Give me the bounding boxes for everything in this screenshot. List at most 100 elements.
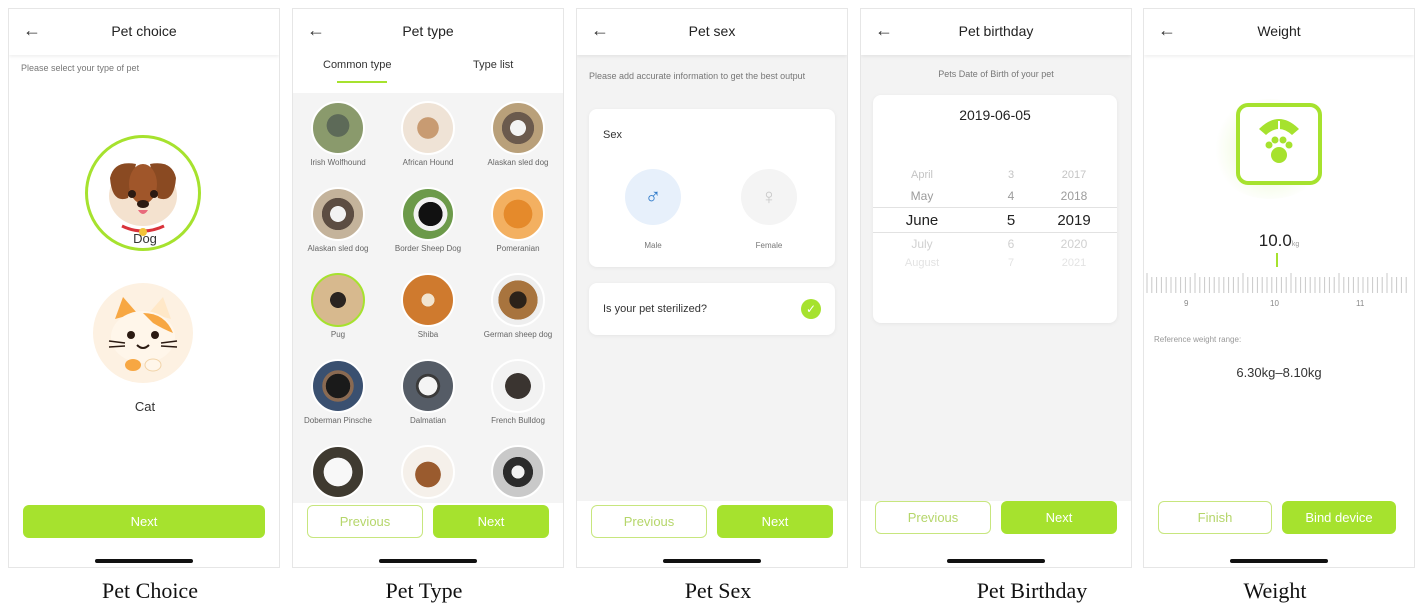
wheel-day: 3 xyxy=(1007,169,1015,181)
cat-option[interactable] xyxy=(93,283,193,383)
next-button[interactable]: Next xyxy=(433,505,549,538)
home-indicator xyxy=(663,559,761,563)
wheel-year: 2017 xyxy=(1061,169,1087,181)
home-indicator xyxy=(95,559,193,563)
breed-name: Doberman Pinsche xyxy=(303,416,373,425)
male-button[interactable]: ♂ xyxy=(625,169,681,225)
weight-screen: ← Weight 10.0kg 9 10 11 Reference weight… xyxy=(1143,8,1415,568)
caption-pet-choice: Pet Choice xyxy=(102,578,198,603)
ruler-label: 9 xyxy=(1184,299,1189,308)
active-tab-indicator xyxy=(337,81,387,83)
pet-sex-screen: ← Pet sex Please add accurate informatio… xyxy=(576,8,848,568)
reference-label: Reference weight range: xyxy=(1154,335,1242,344)
breed-item[interactable]: Alaskan sled dog xyxy=(293,187,383,253)
breed-name: Alaskan sled dog xyxy=(307,244,369,253)
wheel-day: 6 xyxy=(1007,237,1015,251)
header: ← Pet choice xyxy=(9,9,279,55)
reference-range: 6.30kg–8.10kg xyxy=(1236,365,1322,380)
sterilized-question: Is your pet sterilized? xyxy=(603,303,707,315)
breed-item[interactable]: Shiba xyxy=(383,273,473,339)
date-picker-card: 2019-06-05 April 3 2017 May 4 2018 June … xyxy=(873,95,1117,323)
breed-photo xyxy=(491,445,545,499)
wheel-month: August xyxy=(904,257,940,269)
weight-ruler[interactable] xyxy=(1144,271,1414,295)
breed-photo xyxy=(401,445,455,499)
breed-item[interactable] xyxy=(383,445,473,502)
check-icon[interactable]: ✓ xyxy=(801,299,821,319)
wheel-day: 5 xyxy=(1006,212,1016,229)
breed-item[interactable]: Irish Wolfhound xyxy=(293,101,383,167)
header: ← Pet type xyxy=(293,9,563,55)
page-title: Pet sex xyxy=(688,23,736,39)
breed-item[interactable]: Dalmatian xyxy=(383,359,473,425)
finish-button[interactable]: Finish xyxy=(1158,501,1272,534)
breed-item[interactable]: Doberman Pinsche xyxy=(293,359,383,425)
caption-pet-sex: Pet Sex xyxy=(684,578,752,603)
dog-label: Dog xyxy=(133,231,157,246)
breed-photo xyxy=(311,187,365,241)
wheel-month: April xyxy=(910,169,933,181)
page-title: Pet choice xyxy=(111,23,177,39)
breed-name: Dalmatian xyxy=(409,416,446,425)
male-symbol-icon: ♂ xyxy=(644,184,662,209)
sterilized-card[interactable]: Is your pet sterilized? ✓ xyxy=(589,283,835,335)
breed-item[interactable]: Alaskan sled dog xyxy=(473,101,563,167)
breed-item[interactable] xyxy=(293,445,383,502)
breed-photo xyxy=(401,273,455,327)
header: ← Weight xyxy=(1144,9,1414,55)
hint-text: Please add accurate information to get t… xyxy=(589,71,806,81)
breed-name: Shiba xyxy=(417,330,439,339)
home-indicator xyxy=(1230,559,1328,563)
wheel-month: June xyxy=(905,212,939,229)
breed-photo xyxy=(401,359,455,413)
home-indicator xyxy=(379,559,477,563)
cat-face-icon xyxy=(108,297,178,372)
pet-birthday-screen: ← Pet birthday Pets Date of Birth of you… xyxy=(860,8,1132,568)
breed-name: Irish Wolfhound xyxy=(310,158,366,167)
scale-icon xyxy=(1236,103,1322,185)
tab-type-list[interactable]: Type list xyxy=(473,59,513,71)
female-button[interactable]: ♀ xyxy=(741,169,797,225)
selected-date: 2019-06-05 xyxy=(959,107,1031,123)
breed-item[interactable]: African Hound xyxy=(383,101,473,167)
page-title: Pet type xyxy=(402,23,454,39)
breed-item[interactable]: Border Sheep Dog xyxy=(383,187,473,253)
next-button[interactable]: Next xyxy=(23,505,265,538)
breed-photo xyxy=(491,273,545,327)
previous-button[interactable]: Previous xyxy=(875,501,991,534)
previous-button[interactable]: Previous xyxy=(591,505,707,538)
caption-pet-type: Pet Type xyxy=(385,578,463,603)
page-title: Weight xyxy=(1257,23,1301,39)
breed-item[interactable]: German sheep dog xyxy=(473,273,563,339)
breed-name: Border Sheep Dog xyxy=(394,244,462,253)
breed-name: Pomeranian xyxy=(496,244,540,253)
breed-item[interactable]: Pug xyxy=(293,273,383,339)
breed-photo xyxy=(311,273,365,327)
ruler-label: 11 xyxy=(1356,299,1365,308)
breed-photo xyxy=(491,187,545,241)
ruler-pointer xyxy=(1276,253,1278,267)
next-button[interactable]: Next xyxy=(1001,501,1117,534)
home-indicator xyxy=(947,559,1045,563)
hint-text: Pets Date of Birth of your pet xyxy=(938,69,1054,79)
breed-item[interactable]: French Bulldog xyxy=(473,359,563,425)
pet-choice-screen: ← Pet choice Please select your type of … xyxy=(8,8,280,568)
bind-device-button[interactable]: Bind device xyxy=(1282,501,1396,534)
previous-button[interactable]: Previous xyxy=(307,505,423,538)
caption-pet-birthday: Pet Birthday xyxy=(976,578,1088,603)
wheel-year: 2018 xyxy=(1060,189,1088,203)
breed-name: Alaskan sled dog xyxy=(487,158,549,167)
page-title: Pet birthday xyxy=(958,23,1034,39)
female-label: Female xyxy=(755,241,783,250)
ruler-label: 10 xyxy=(1270,299,1279,308)
weight-value: 10.0 xyxy=(1258,231,1292,250)
breed-item[interactable] xyxy=(473,445,563,502)
breed-grid: Irish Wolfhound African Hound Alaskan sl… xyxy=(293,93,563,503)
breed-photo xyxy=(401,187,455,241)
sex-label: Sex xyxy=(603,129,622,141)
tab-common-type[interactable]: Common type xyxy=(323,59,391,71)
breed-item[interactable]: Pomeranian xyxy=(473,187,563,253)
next-button[interactable]: Next xyxy=(717,505,833,538)
weight-unit: kg xyxy=(1291,241,1300,248)
breed-photo xyxy=(311,101,365,155)
